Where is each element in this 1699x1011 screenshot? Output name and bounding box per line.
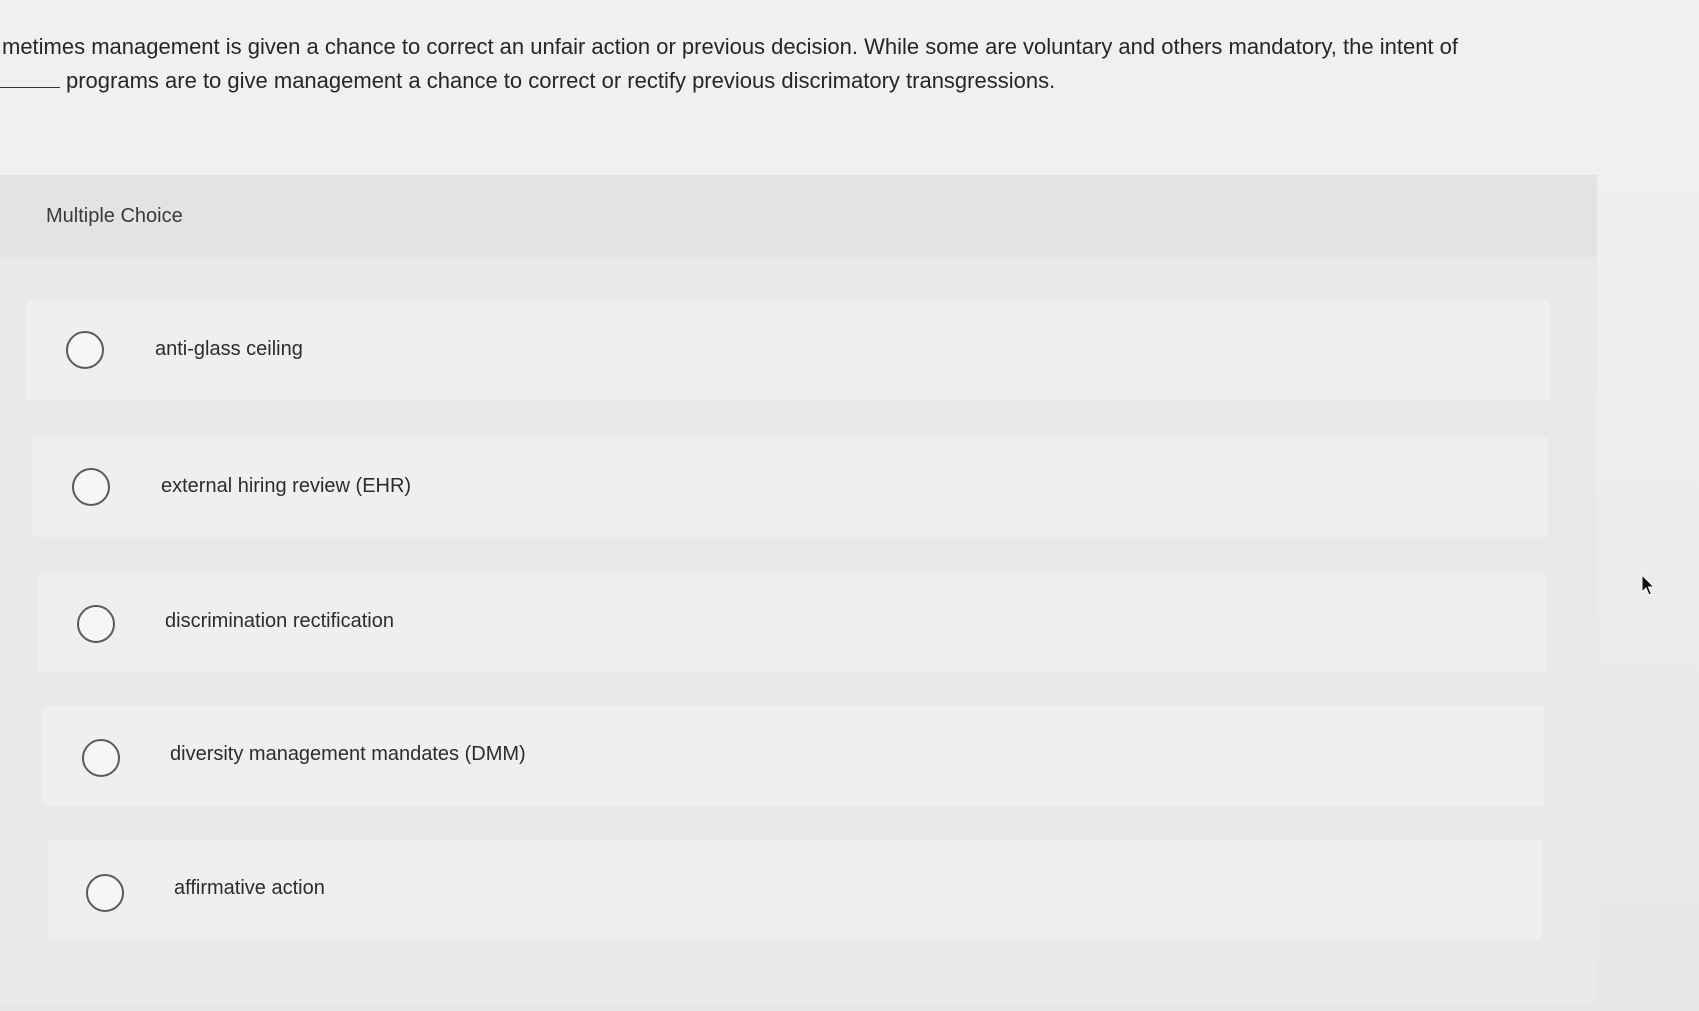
radio-button[interactable] [86,874,124,912]
radio-button[interactable] [77,605,115,643]
radio-button[interactable] [66,331,104,369]
option-label: external hiring review (EHR) [161,475,412,497]
panel-header: Multiple Choice [0,175,1597,257]
question-line-2: programs are to give management a chance… [0,64,1640,98]
question-line-1: metimes management is given a chance to … [2,34,1459,59]
option-label: diversity management mandates (DMM) [170,743,526,765]
option-affirmative-action[interactable]: affirmative action [48,840,1542,940]
option-external-hiring-review[interactable]: external hiring review (EHR) [32,437,1548,537]
multiple-choice-label: Multiple Choice [46,205,183,227]
multiple-choice-panel: Multiple Choice anti-glass ceiling exter… [0,175,1597,1005]
option-label: discrimination rectification [165,610,394,632]
answer-blank [0,65,60,88]
question-line-2-text: programs are to give management a chance… [66,68,1056,93]
option-diversity-management-mandates[interactable]: diversity management mandates (DMM) [42,706,1544,806]
option-discrimination-rectification[interactable]: discrimination rectification [38,572,1546,672]
option-label: affirmative action [174,877,325,899]
radio-button[interactable] [82,739,120,777]
radio-button[interactable] [72,468,110,506]
option-label: anti-glass ceiling [155,338,303,360]
mouse-cursor-icon [1641,574,1656,596]
option-anti-glass-ceiling[interactable]: anti-glass ceiling [26,300,1550,400]
question-text: metimes management is given a chance to … [0,30,1640,98]
